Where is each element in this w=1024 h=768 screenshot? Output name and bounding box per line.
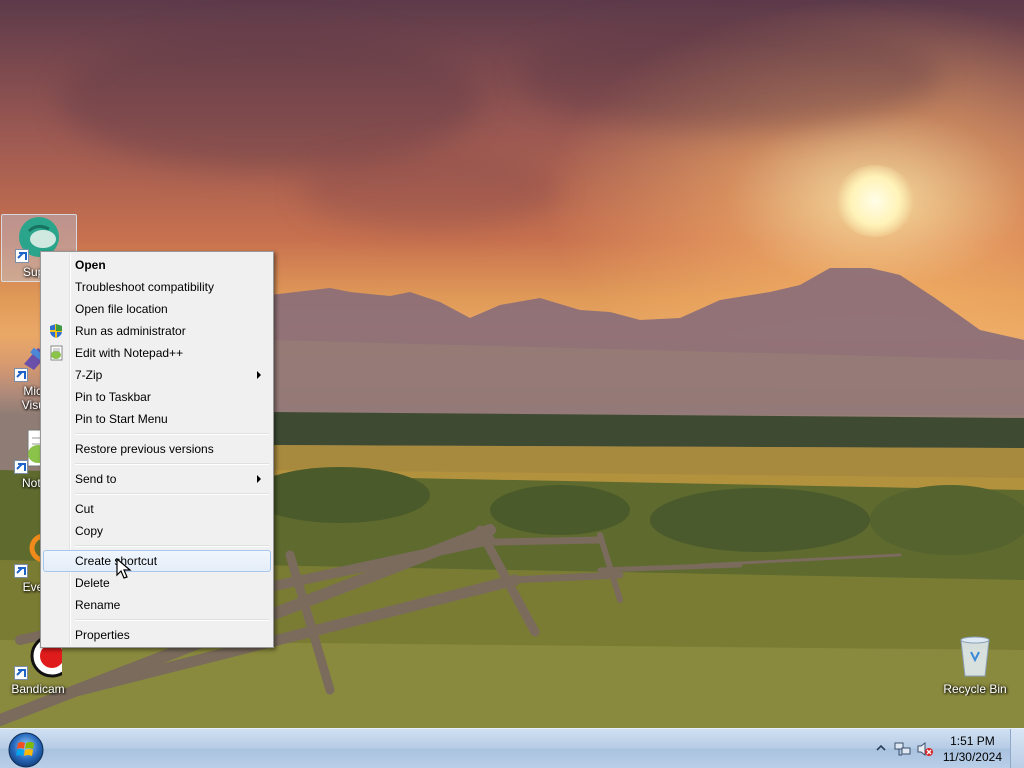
menu-item-send-to[interactable]: Send to: [43, 468, 271, 490]
start-orb-icon: [8, 732, 44, 768]
menu-item-troubleshoot-compatibility[interactable]: Troubleshoot compatibility: [43, 276, 271, 298]
menu-item-label: Open file location: [75, 302, 168, 316]
menu-item-label: Pin to Taskbar: [75, 390, 151, 404]
menu-item-open-file-location[interactable]: Open file location: [43, 298, 271, 320]
uac-shield-icon: [48, 323, 64, 339]
clock-date: 11/30/2024: [942, 750, 1002, 764]
show-desktop-button[interactable]: [1010, 729, 1024, 768]
menu-item-pin-to-start-menu[interactable]: Pin to Start Menu: [43, 408, 271, 430]
menu-item-open[interactable]: Open: [43, 254, 271, 276]
submenu-arrow-icon: [257, 475, 261, 483]
menu-item-label: Restore previous versions: [75, 442, 214, 456]
menu-item-edit-with-notepadpp[interactable]: Edit with Notepad++: [43, 342, 271, 364]
menu-item-pin-to-taskbar[interactable]: Pin to Taskbar: [43, 386, 271, 408]
clock-time: 1:51 PM: [950, 734, 995, 748]
menu-item-run-as-administrator[interactable]: Run as administrator: [43, 320, 271, 342]
menu-item-label: Send to: [75, 472, 117, 486]
menu-item-delete[interactable]: Delete: [43, 572, 271, 594]
network-icon[interactable]: [894, 740, 912, 761]
shortcut-arrow-icon: [14, 564, 28, 578]
notepadpp-icon: [48, 345, 64, 361]
menu-item-label: Troubleshoot compatibility: [75, 280, 214, 294]
desktop-icon-recycle-bin[interactable]: Recycle Bin: [938, 632, 1012, 696]
menu-separator: [43, 542, 271, 550]
menu-separator: [43, 490, 271, 498]
desktop-icon-label: Bandicam: [11, 682, 65, 696]
menu-item-label: Copy: [75, 524, 104, 538]
menu-item-7zip[interactable]: 7-Zip: [43, 364, 271, 386]
menu-item-label: Delete: [75, 576, 110, 590]
menu-item-create-shortcut[interactable]: Create shortcut: [43, 550, 271, 572]
volume-muted-icon[interactable]: [916, 740, 934, 761]
menu-item-label: Rename: [75, 598, 121, 612]
recycle-bin-icon: [951, 632, 999, 680]
menu-separator: [43, 616, 271, 624]
notification-area: 1:51 PM 11/30/2024: [864, 729, 1024, 768]
menu-item-label: Cut: [75, 502, 94, 516]
shortcut-arrow-icon: [14, 460, 28, 474]
menu-item-properties[interactable]: Properties: [43, 624, 271, 646]
menu-item-label: Edit with Notepad++: [75, 346, 184, 360]
shortcut-arrow-icon: [15, 249, 29, 263]
menu-separator: [43, 460, 271, 468]
show-hidden-icons-chevron-icon[interactable]: [876, 742, 886, 756]
menu-item-label: Properties: [75, 628, 130, 642]
desktop-icon-label: Recycle Bin: [943, 682, 1007, 696]
menu-item-label: Run as administrator: [75, 324, 186, 338]
taskbar: 1:51 PM 11/30/2024: [0, 728, 1024, 768]
menu-item-rename[interactable]: Rename: [43, 594, 271, 616]
clock[interactable]: 1:51 PM 11/30/2024: [943, 733, 1002, 765]
shortcut-arrow-icon: [14, 666, 28, 680]
menu-separator: [43, 430, 271, 438]
mouse-cursor-icon: [116, 558, 132, 579]
menu-item-restore-previous-versions[interactable]: Restore previous versions: [43, 438, 271, 460]
start-button[interactable]: [4, 730, 46, 768]
menu-item-label: Pin to Start Menu: [75, 412, 168, 426]
menu-item-label: 7-Zip: [75, 368, 103, 382]
shortcut-arrow-icon: [14, 368, 28, 382]
context-menu: Open Troubleshoot compatibility Open fil…: [40, 251, 274, 648]
menu-item-cut[interactable]: Cut: [43, 498, 271, 520]
submenu-arrow-icon: [257, 371, 261, 379]
menu-item-copy[interactable]: Copy: [43, 520, 271, 542]
menu-item-label: Open: [75, 258, 106, 272]
